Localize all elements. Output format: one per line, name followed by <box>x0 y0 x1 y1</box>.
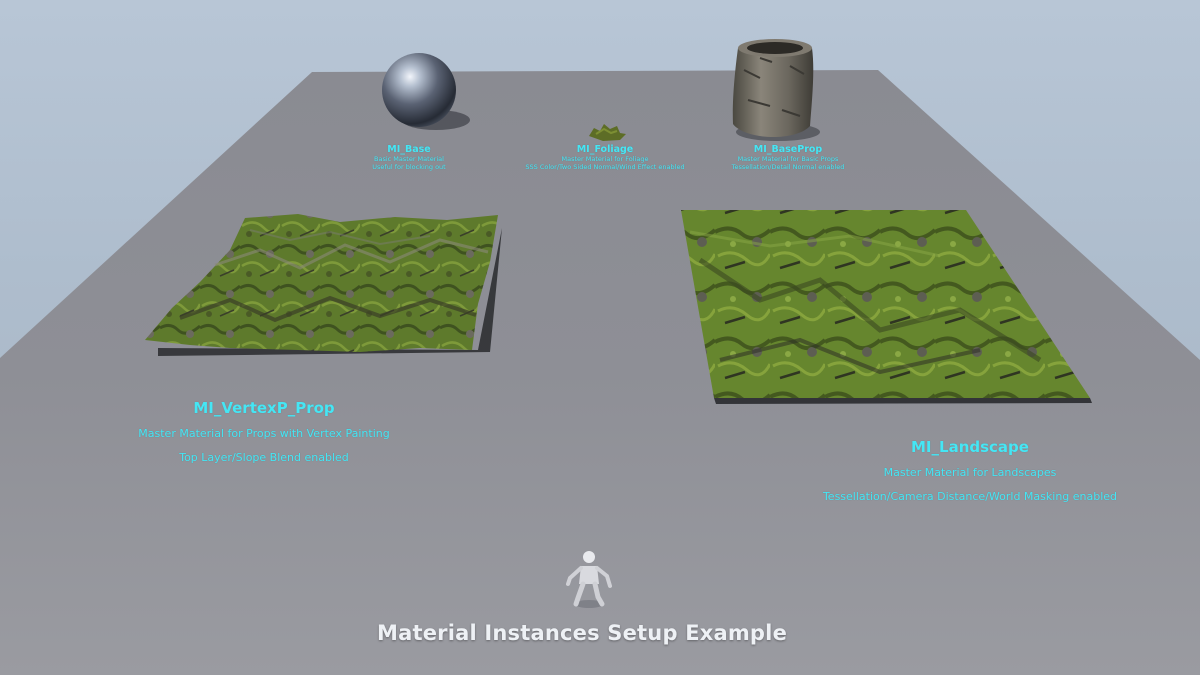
label-mi-vertexp-prop: MI_VertexP_Prop Master Material for Prop… <box>138 398 389 470</box>
game-viewport[interactable]: MI_Base Basic Master Material Useful for… <box>0 0 1200 675</box>
label-mi-base-desc-1: Basic Master Material <box>374 155 444 163</box>
label-mi-vertexp-prop-desc-2: Top Layer/Slope Blend enabled <box>179 451 349 464</box>
scene-title: Material Instances Setup Example <box>376 621 788 645</box>
label-mi-baseprop-desc-1: Master Material for Basic Props <box>737 155 839 163</box>
label-mi-foliage-desc-1: Master Material for Foliage <box>561 155 649 163</box>
label-mi-foliage-name: MI_Foliage <box>576 144 634 155</box>
level-scene <box>0 39 1200 675</box>
label-mi-baseprop-desc-2: Tessellation/Detail Normal enabled <box>731 163 845 171</box>
label-mi-foliage: MI_Foliage Master Material for Foliage S… <box>525 144 684 171</box>
label-mi-landscape-desc-2: Tessellation/Camera Distance/World Maski… <box>822 490 1118 503</box>
label-mi-base-name: MI_Base <box>387 144 431 155</box>
label-mi-foliage-desc-2: SSS Color/Two Sided Normal/Wind Effect e… <box>525 163 685 171</box>
label-mi-landscape: MI_Landscape Master Material for Landsca… <box>823 437 1117 509</box>
label-mi-base: MI_Base Basic Master Material Useful for… <box>372 144 445 171</box>
label-mi-baseprop: MI_BaseProp Master Material for Basic Pr… <box>732 144 845 171</box>
label-mi-baseprop-name: MI_BaseProp <box>753 144 823 155</box>
rock-cylinder-icon[interactable] <box>732 39 820 141</box>
label-mi-base-desc-2: Useful for blocking out <box>372 163 446 171</box>
label-mi-landscape-name: MI_Landscape <box>911 438 1029 456</box>
label-mi-landscape-desc-1: Master Material for Landscapes <box>883 466 1057 479</box>
label-mi-vertexp-prop-desc-1: Master Material for Props with Vertex Pa… <box>138 427 390 440</box>
label-mi-vertexp-prop-name: MI_VertexP_Prop <box>193 399 335 417</box>
